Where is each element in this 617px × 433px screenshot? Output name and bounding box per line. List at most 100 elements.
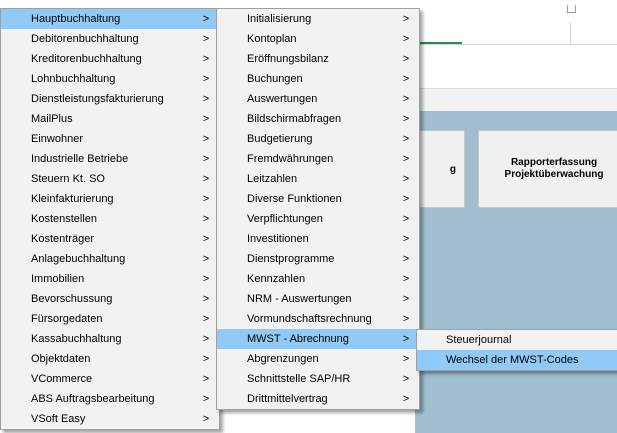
submenu-arrow-icon: > — [202, 53, 210, 65]
menu-item-label: Objektdaten — [31, 353, 91, 365]
submenu-arrow-icon: > — [202, 213, 210, 225]
menu-item-fursorgedaten[interactable]: Fürsorgedaten > — [1, 309, 219, 329]
menu-item-kassabuchhaltung[interactable]: Kassabuchhaltung > — [1, 329, 219, 349]
submenu-arrow-icon: > — [402, 353, 410, 365]
submenu-arrow-icon: > — [402, 13, 410, 25]
hauptbuchhaltung-submenu: Initialisierung > Kontoplan > Eröffnungsbila… — [216, 8, 420, 410]
menu-item-kreditorenbuchhaltung[interactable]: Kreditorenbuchhaltung > — [1, 49, 219, 69]
menu-item-label: Fürsorgedaten — [31, 313, 103, 325]
menu-item-dienstprogramme[interactable]: Dienstprogramme > — [217, 249, 419, 269]
menu-item-investitionen[interactable]: Investitionen > — [217, 229, 419, 249]
submenu-arrow-icon: > — [202, 113, 210, 125]
rapporterfassung-button[interactable]: Rapporterfassung Projektüberwachung — [478, 130, 617, 208]
submenu-arrow-icon: > — [202, 333, 210, 345]
menu-item-label: Bevorschussung — [31, 293, 113, 305]
submenu-arrow-icon: > — [402, 193, 410, 205]
submenu-arrow-icon: > — [202, 293, 210, 305]
submenu-arrow-icon: > — [402, 93, 410, 105]
menu-item-label: Hauptbuchhaltung — [31, 13, 121, 25]
menu-item-label: Budgetierung — [247, 133, 313, 145]
menu-item-kostenstellen[interactable]: Kostenstellen > — [1, 209, 219, 229]
submenu-arrow-icon: > — [202, 393, 210, 405]
menu-item-kleinfakturierung[interactable]: Kleinfakturierung > — [1, 189, 219, 209]
menu-item-label: Drittmittelvertrag — [247, 393, 328, 405]
menu-item-debitorenbuchhaltung[interactable]: Debitorenbuchhaltung > — [1, 29, 219, 49]
menu-item-bildschirmabfragen[interactable]: Bildschirmabfragen > — [217, 109, 419, 129]
menu-item-label: Kostenträger — [31, 233, 94, 245]
function-button-left-label: g — [449, 164, 456, 175]
menu-item-label: Buchungen — [247, 73, 303, 85]
menu-item-fremdwahrungen[interactable]: Fremdwährungen > — [217, 149, 419, 169]
submenu-arrow-icon: > — [202, 153, 210, 165]
submenu-arrow-icon: > — [402, 233, 410, 245]
menu-item-kennzahlen[interactable]: Kennzahlen > — [217, 269, 419, 289]
menu-item-wechsel-der-mwst-codes[interactable]: Wechsel der MWST-Codes — [417, 350, 617, 370]
menu-item-objektdaten[interactable]: Objektdaten > — [1, 349, 219, 369]
menu-item-label: Immobilien — [31, 273, 85, 285]
menu-item-auswertungen[interactable]: Auswertungen > — [217, 89, 419, 109]
menu-item-anlagebuchhaltung[interactable]: Anlagebuchhaltung > — [1, 249, 219, 269]
menu-item-label: Auswertungen — [247, 93, 318, 105]
menu-item-label: Verpflichtungen — [247, 213, 323, 225]
menu-item-abs-auftragsbearbeitung[interactable]: ABS Auftragsbearbeitung > — [1, 389, 219, 409]
menu-item-leitzahlen[interactable]: Leitzahlen > — [217, 169, 419, 189]
submenu-arrow-icon: > — [402, 333, 410, 345]
menu-item-label: Kennzahlen — [247, 273, 306, 285]
menu-item-label: Debitorenbuchhaltung — [31, 33, 139, 45]
menu-item-immobilien[interactable]: Immobilien > — [1, 269, 219, 289]
menu-item-drittmittelvertrag[interactable]: Drittmittelvertrag > — [217, 389, 419, 409]
menu-item-label: Wechsel der MWST-Codes — [446, 354, 579, 366]
menu-item-label: VCommerce — [31, 373, 93, 385]
submenu-arrow-icon: > — [202, 233, 210, 245]
tab-strip — [415, 22, 617, 45]
submenu-arrow-icon: > — [402, 253, 410, 265]
menu-item-eroffnungsbilanz[interactable]: Eröffnungsbilanz > — [217, 49, 419, 69]
tab-active-indicator[interactable] — [420, 22, 462, 44]
submenu-arrow-icon: > — [202, 93, 210, 105]
menu-item-budgetierung[interactable]: Budgetierung > — [217, 129, 419, 149]
submenu-arrow-icon: > — [202, 133, 210, 145]
menu-item-einwohner[interactable]: Einwohner > — [1, 129, 219, 149]
menu-item-mwst-abrechnung[interactable]: MWST - Abrechnung > — [217, 329, 419, 349]
menu-item-label: NRM - Auswertungen — [247, 293, 352, 305]
menu-item-kontoplan[interactable]: Kontoplan > — [217, 29, 419, 49]
menu-item-label: Kontoplan — [247, 33, 297, 45]
menu-item-label: Kostenstellen — [31, 213, 98, 225]
menu-item-vormundschaftsrechnung[interactable]: Vormundschaftsrechnung > — [217, 309, 419, 329]
menu-item-label: MWST - Abrechnung — [247, 333, 349, 345]
menu-item-steuerjournal[interactable]: Steuerjournal — [417, 330, 617, 350]
menu-item-industrielle-betriebe[interactable]: Industrielle Betriebe > — [1, 149, 219, 169]
menu-item-hauptbuchhaltung[interactable]: Hauptbuchhaltung > — [1, 9, 219, 29]
submenu-arrow-icon: > — [202, 373, 210, 385]
submenu-arrow-icon: > — [202, 253, 210, 265]
submenu-arrow-icon: > — [202, 313, 210, 325]
menu-item-label: VSoft Easy — [31, 413, 86, 425]
menu-item-vcommerce[interactable]: VCommerce > — [1, 369, 219, 389]
submenu-arrow-icon: > — [202, 13, 210, 25]
submenu-arrow-icon: > — [402, 393, 410, 405]
menu-item-dienstleistungsfakturierung[interactable]: Dienstleistungsfakturierung > — [1, 89, 219, 109]
menu-item-kostentrager[interactable]: Kostenträger > — [1, 229, 219, 249]
menu-item-schnittstelle-sap-hr[interactable]: Schnittstelle SAP/HR > — [217, 369, 419, 389]
menu-item-verpflichtungen[interactable]: Verpflichtungen > — [217, 209, 419, 229]
submenu-arrow-icon: > — [402, 173, 410, 185]
menu-item-label: Vormundschaftsrechnung — [247, 313, 372, 325]
tab-divider — [570, 22, 571, 44]
menu-item-label: Kreditorenbuchhaltung — [31, 53, 142, 65]
main-menu: Hauptbuchhaltung > Debitorenbuchhaltung > Kr… — [0, 8, 220, 430]
menu-item-steuern-kt-so[interactable]: Steuern Kt. SO > — [1, 169, 219, 189]
toolbar-strip — [415, 88, 617, 112]
menu-item-abgrenzungen[interactable]: Abgrenzungen > — [217, 349, 419, 369]
submenu-arrow-icon: > — [402, 313, 410, 325]
menu-item-label: Leitzahlen — [247, 173, 298, 185]
menu-item-lohnbuchhaltung[interactable]: Lohnbuchhaltung > — [1, 69, 219, 89]
submenu-arrow-icon: > — [402, 373, 410, 385]
menu-item-buchungen[interactable]: Buchungen > — [217, 69, 419, 89]
menu-item-bevorschussung[interactable]: Bevorschussung > — [1, 289, 219, 309]
menu-item-diverse-funktionen[interactable]: Diverse Funktionen > — [217, 189, 419, 209]
menu-item-initialisierung[interactable]: Initialisierung > — [217, 9, 419, 29]
menu-item-vsoft-easy[interactable]: VSoft Easy > — [1, 409, 219, 429]
menu-item-mailplus[interactable]: MailPlus > — [1, 109, 219, 129]
menu-item-nrm-auswertungen[interactable]: NRM - Auswertungen > — [217, 289, 419, 309]
menu-item-label: ABS Auftragsbearbeitung — [31, 393, 155, 405]
